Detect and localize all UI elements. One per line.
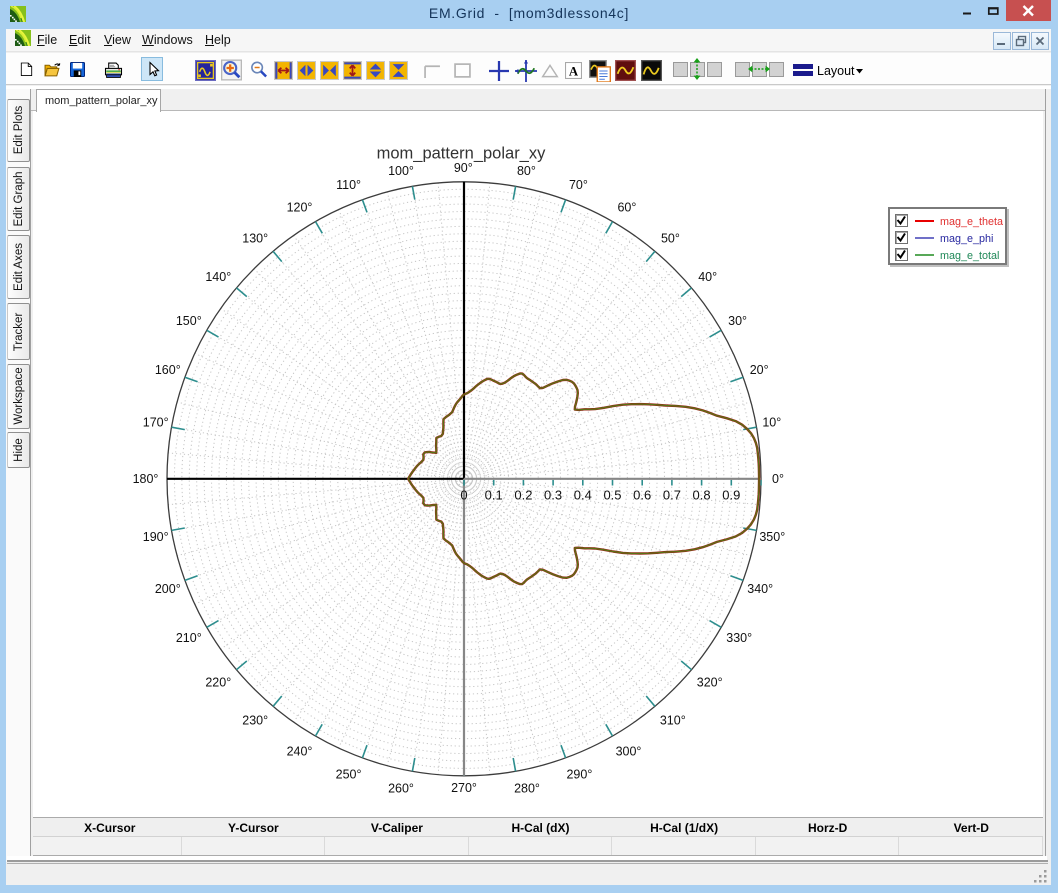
svg-text:0.7: 0.7 — [663, 488, 681, 503]
svg-text:220°: 220° — [205, 676, 231, 690]
svg-text:40°: 40° — [698, 270, 717, 284]
svg-text:170°: 170° — [143, 415, 169, 429]
svg-text:0.5: 0.5 — [603, 488, 621, 503]
svg-text:180°: 180° — [133, 472, 159, 486]
svg-text:320°: 320° — [697, 676, 723, 690]
svg-text:190°: 190° — [143, 530, 169, 544]
svg-text:130°: 130° — [242, 232, 268, 246]
svg-text:270°: 270° — [451, 781, 477, 795]
svg-text:290°: 290° — [566, 768, 592, 782]
svg-text:0.8: 0.8 — [693, 488, 711, 503]
svg-text:300°: 300° — [616, 745, 642, 759]
svg-text:mom_pattern_polar_xy: mom_pattern_polar_xy — [377, 145, 547, 163]
svg-text:80°: 80° — [517, 164, 536, 178]
svg-text:210°: 210° — [176, 631, 202, 645]
svg-text:50°: 50° — [661, 232, 680, 246]
svg-text:200°: 200° — [155, 582, 181, 596]
svg-text:240°: 240° — [287, 745, 313, 759]
svg-text:70°: 70° — [569, 178, 588, 192]
svg-text:0.3: 0.3 — [544, 488, 562, 503]
svg-text:60°: 60° — [617, 201, 636, 215]
svg-text:90°: 90° — [454, 161, 473, 175]
svg-text:0.1: 0.1 — [485, 488, 503, 503]
svg-text:330°: 330° — [726, 631, 752, 645]
svg-text:110°: 110° — [336, 178, 361, 192]
svg-text:350°: 350° — [759, 530, 785, 544]
svg-text:150°: 150° — [176, 314, 202, 328]
svg-text:0.9: 0.9 — [722, 488, 740, 503]
svg-text:160°: 160° — [155, 363, 181, 377]
svg-text:0: 0 — [460, 488, 467, 503]
svg-text:0.6: 0.6 — [633, 488, 651, 503]
svg-text:10°: 10° — [762, 415, 781, 429]
svg-text:340°: 340° — [747, 582, 773, 596]
svg-text:0.4: 0.4 — [574, 488, 592, 503]
svg-text:0°: 0° — [772, 472, 784, 486]
svg-text:260°: 260° — [388, 782, 414, 796]
svg-text:310°: 310° — [660, 714, 686, 728]
svg-text:30°: 30° — [728, 314, 747, 328]
svg-text:120°: 120° — [287, 201, 313, 215]
svg-text:250°: 250° — [336, 768, 362, 782]
svg-text:20°: 20° — [750, 363, 769, 377]
svg-text:100°: 100° — [388, 164, 414, 178]
svg-text:0.2: 0.2 — [514, 488, 532, 503]
svg-text:280°: 280° — [514, 782, 540, 796]
svg-text:140°: 140° — [205, 270, 231, 284]
svg-text:230°: 230° — [242, 714, 268, 728]
